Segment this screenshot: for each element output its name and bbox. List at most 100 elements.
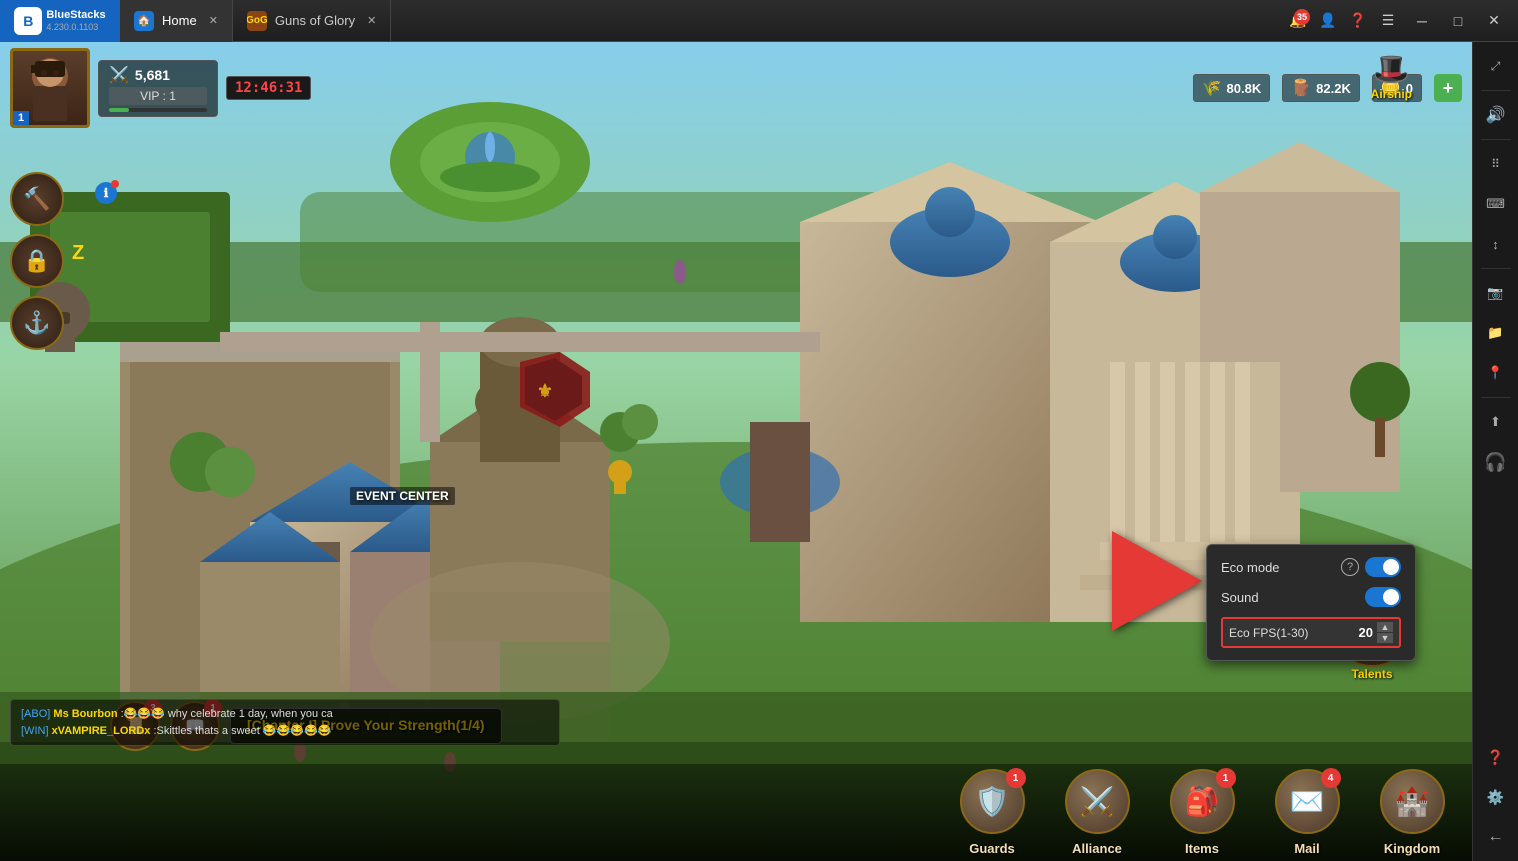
kingdom-label: Kingdom [1384, 841, 1440, 856]
sound-toggle[interactable] [1365, 587, 1401, 607]
sidebar-divider-4 [1481, 397, 1511, 398]
airship-label: Airship [1371, 87, 1412, 101]
eco-help-button[interactable]: ? [1341, 558, 1359, 576]
fps-down-button[interactable]: ▼ [1377, 633, 1393, 643]
expand-btn[interactable]: ⤢ [1478, 48, 1514, 84]
lock-btn[interactable]: 🔒 [10, 234, 64, 288]
guards-btn[interactable]: 🛡️ 1 Guards [942, 764, 1042, 856]
event-center-label: EVENT CENTER [350, 487, 455, 505]
mail-icon-wrap: ✉️ 4 [1270, 764, 1345, 839]
sidebar-settings-btn[interactable]: ⚙️ [1478, 779, 1514, 815]
keyboard-btn[interactable]: ⌨ [1478, 186, 1514, 222]
resources-bar: 🌾 80.8K 🪵 82.2K 🪙 0 + [1193, 74, 1462, 102]
chat-line-2: [WIN] xVAMPIRE_LORDx :Skittles thats a s… [21, 723, 549, 740]
mail-badge: 4 [1321, 768, 1341, 788]
info-circle[interactable]: ℹ [95, 182, 117, 204]
location-btn[interactable]: 📍 [1478, 355, 1514, 391]
sleep-indicator: Z [72, 242, 84, 265]
tab-home[interactable]: 🏠 Home ✕ [120, 0, 233, 42]
mail-btn[interactable]: ✉️ 4 Mail [1257, 764, 1357, 856]
arrow-shape [1112, 531, 1202, 631]
resize-btn[interactable]: ↕ [1478, 226, 1514, 262]
sidebar-divider-3 [1481, 268, 1511, 269]
window-controls: ─ □ ✕ [1406, 7, 1518, 35]
bs-name: BlueStacks [46, 9, 105, 22]
sound-label: Sound [1221, 590, 1365, 605]
eco-mode-toggle[interactable] [1365, 557, 1401, 577]
fps-up-button[interactable]: ▲ [1377, 622, 1393, 632]
chat-message-1: :😂😂😂 why celebrate 1 day, when you ca [121, 708, 333, 720]
bs-version: 4.230.0.1103 [46, 22, 105, 32]
fps-stepper: ▲ ▼ [1377, 622, 1393, 643]
kingdom-btn[interactable]: 🏰 Kingdom [1362, 764, 1462, 856]
game-hud-bottom: 📜 3 📖 1 [Chapter I] Prove Your Strength(… [0, 764, 1472, 861]
screenshot-btn[interactable]: 📷 [1478, 275, 1514, 311]
fps-value: 20 [1359, 625, 1373, 640]
notif-count: 35 [1294, 9, 1310, 25]
info-button[interactable]: ℹ [95, 182, 117, 204]
sound-row: Sound [1221, 587, 1401, 607]
info-red-dot [111, 180, 119, 188]
sidebar-help-btn[interactable]: ❓ [1478, 739, 1514, 775]
guards-icon-wrap: 🛡️ 1 [955, 764, 1030, 839]
import-btn[interactable]: ⬆ [1478, 404, 1514, 440]
vip-status: VIP : 1 [109, 87, 207, 105]
chat-tag-1: [ABO] [21, 708, 50, 720]
folder-btn[interactable]: 📁 [1478, 315, 1514, 351]
game-area[interactable]: ⚜ [0, 42, 1472, 861]
account-btn[interactable]: 👤 [1314, 7, 1342, 35]
airship-button[interactable]: 🎩 Airship [1371, 52, 1412, 101]
timer-display: 12:46:31 [226, 76, 311, 100]
alliance-icon: ⚔️ [1065, 769, 1130, 834]
wood-amount: 82.2K [1316, 81, 1351, 96]
wood-resource: 🪵 82.2K [1282, 74, 1360, 102]
multi-instance-btn[interactable]: ⠿ [1478, 146, 1514, 182]
game-tab-close[interactable]: ✕ [367, 14, 376, 27]
hamburger-btn[interactable]: ☰ [1374, 7, 1402, 35]
power-icon: ⚔️ [109, 65, 129, 85]
food-resource: 🌾 80.8K [1193, 74, 1271, 102]
tab-game[interactable]: GoG Guns of Glory ✕ [233, 0, 391, 42]
add-resource-button[interactable]: + [1434, 74, 1462, 102]
player-info-panel: ⚔️ 5,681 VIP : 1 [98, 60, 218, 117]
game-hud-top: 1 ⚔️ 5,681 VIP : 1 12:46:31 🌾 80.8K 🪵 82… [0, 42, 1472, 134]
help-btn[interactable]: ❓ [1344, 7, 1372, 35]
xp-fill [109, 108, 129, 112]
sidebar-back-btn[interactable]: ← [1478, 819, 1514, 855]
minimize-btn[interactable]: ─ [1406, 7, 1438, 35]
anchor-btn[interactable]: ⚓ [10, 296, 64, 350]
notifications-btn[interactable]: 🔔 35 [1284, 7, 1312, 35]
titlebar-icon-group: 🔔 35 👤 ❓ ☰ [1280, 7, 1406, 35]
red-arrow-indicator [1112, 531, 1202, 631]
food-icon: 🌾 [1202, 78, 1222, 98]
left-ui-panel: Z 🔨 🔒 ⚓ [10, 142, 64, 350]
player-avatar[interactable]: 1 [10, 48, 90, 128]
game-tab-icon: GoG [247, 11, 267, 31]
headphone-btn[interactable]: 🎧 [1478, 444, 1514, 480]
eco-mode-popup: Eco mode ? Sound Eco FPS(1-30) 20 ▲ ▼ [1206, 544, 1416, 661]
svg-text:⚜: ⚜ [537, 381, 553, 401]
alliance-btn[interactable]: ⚔️ Alliance [1047, 764, 1147, 856]
right-sidebar: ⤢ 🔊 ⠿ ⌨ ↕ 📷 📁 📍 ⬆ 🎧 ❓ ⚙️ ← [1472, 42, 1518, 861]
sidebar-divider-1 [1481, 90, 1511, 91]
items-badge: 1 [1216, 768, 1236, 788]
fps-row: Eco FPS(1-30) 20 ▲ ▼ [1221, 617, 1401, 648]
talent-label: Talents [1351, 667, 1392, 681]
construction-btn[interactable]: 🔨 [10, 172, 64, 226]
items-btn[interactable]: 🎒 1 Items [1152, 764, 1252, 856]
maximize-btn[interactable]: □ [1442, 7, 1474, 35]
home-tab-close[interactable]: ✕ [209, 14, 218, 27]
mail-label: Mail [1294, 841, 1319, 856]
chat-message-2: :Skittles thats a sweet 😂😂😂😂😂 [153, 725, 331, 737]
bs-logo-icon: B [14, 7, 42, 35]
eco-mode-label: Eco mode [1221, 560, 1341, 575]
guards-label: Guards [969, 841, 1015, 856]
bottom-nav: 🛡️ 1 Guards ⚔️ Alliance 🎒 1 Items [0, 764, 1472, 861]
fps-label: Eco FPS(1-30) [1229, 626, 1359, 640]
home-tab-label: Home [162, 13, 197, 28]
volume-btn[interactable]: 🔊 [1478, 97, 1514, 133]
food-amount: 80.8K [1227, 81, 1262, 96]
close-btn[interactable]: ✕ [1478, 7, 1510, 35]
bluestacks-logo[interactable]: B BlueStacks 4.230.0.1103 [0, 0, 120, 42]
chat-tag-2: [WIN] [21, 725, 49, 737]
